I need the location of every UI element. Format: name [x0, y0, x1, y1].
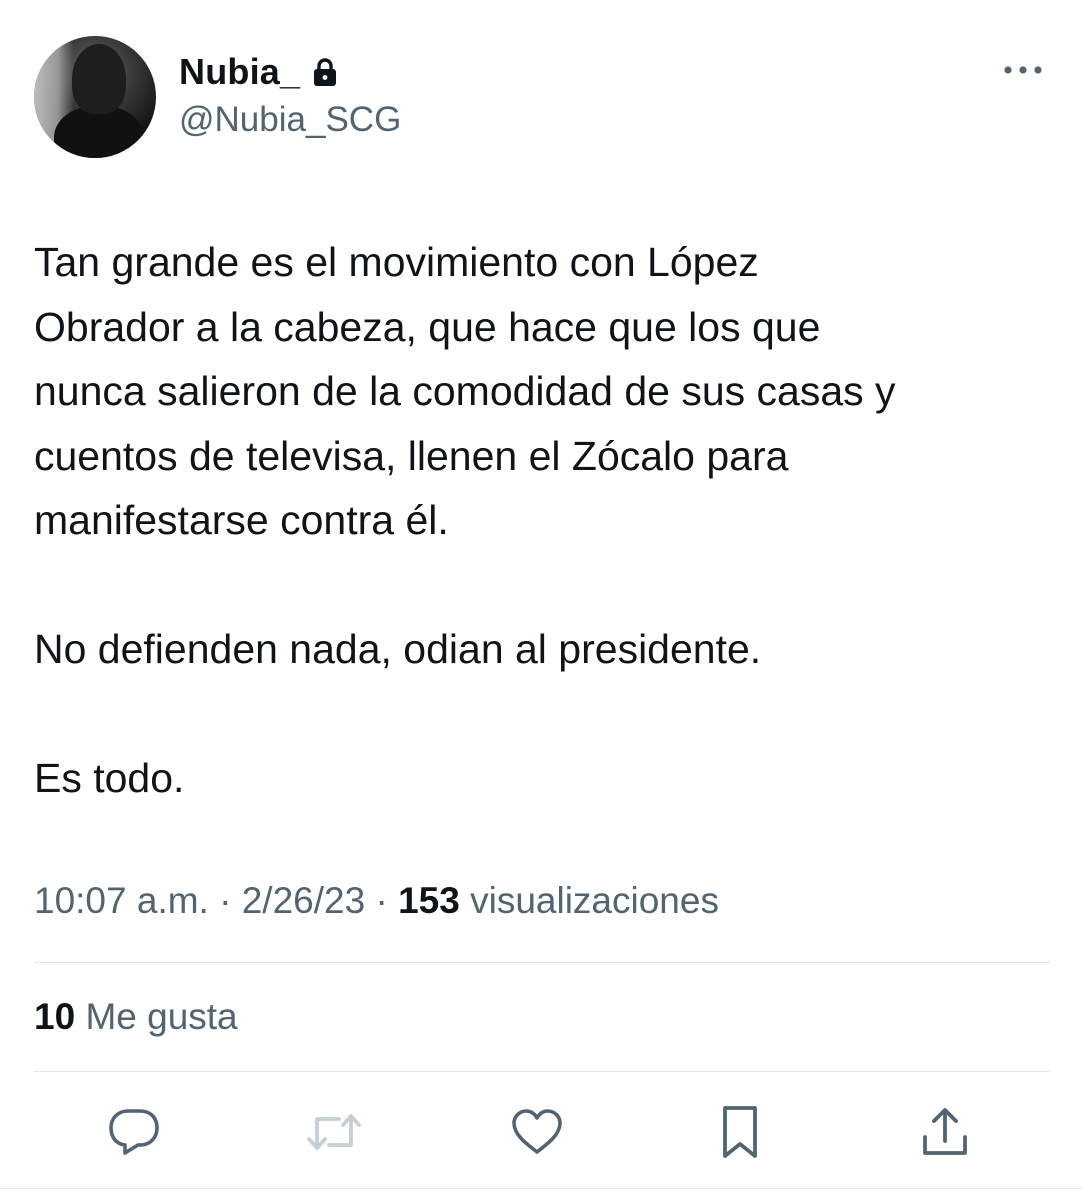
retweet-icon	[305, 1109, 363, 1155]
reply-button[interactable]	[106, 1104, 162, 1160]
views-label: visualizaciones	[470, 880, 719, 921]
likes-summary[interactable]: 10 Me gusta	[34, 996, 238, 1038]
share-button[interactable]	[917, 1104, 973, 1160]
tweet-meta: 10:07 a.m. · 2/26/23 · 153 visualizacion…	[34, 880, 719, 922]
display-name[interactable]: Nubia_	[179, 51, 300, 93]
views-count: 153	[398, 880, 460, 921]
share-icon	[919, 1105, 971, 1159]
reply-icon	[107, 1107, 161, 1157]
user-handle[interactable]: @Nubia_SCG	[179, 100, 401, 140]
avatar-figure-head	[72, 44, 126, 114]
author-name-row: Nubia_	[179, 50, 338, 94]
tweet-time[interactable]: 10:07 a.m.	[34, 880, 209, 921]
avatar[interactable]	[34, 36, 156, 158]
divider	[34, 962, 1050, 963]
tweet-card: Nubia_ @Nubia_SCG Tan grande es el movim…	[0, 0, 1082, 1200]
retweet-button[interactable]	[306, 1104, 362, 1160]
likes-label: Me gusta	[85, 996, 238, 1037]
tweet-text: Tan grande es el movimiento con López Ob…	[34, 239, 896, 801]
meta-separator: ·	[375, 880, 388, 921]
divider	[34, 1071, 1050, 1072]
bookmark-button[interactable]	[712, 1104, 768, 1160]
like-button[interactable]	[509, 1104, 565, 1160]
bookmark-icon	[719, 1104, 761, 1160]
likes-count: 10	[34, 996, 76, 1037]
tweet-date[interactable]: 2/26/23	[242, 880, 365, 921]
more-icon[interactable]	[1000, 58, 1046, 82]
card-bottom-border	[0, 1188, 1082, 1189]
lock-icon	[312, 57, 338, 87]
heart-icon	[510, 1108, 564, 1156]
meta-separator: ·	[219, 880, 232, 921]
